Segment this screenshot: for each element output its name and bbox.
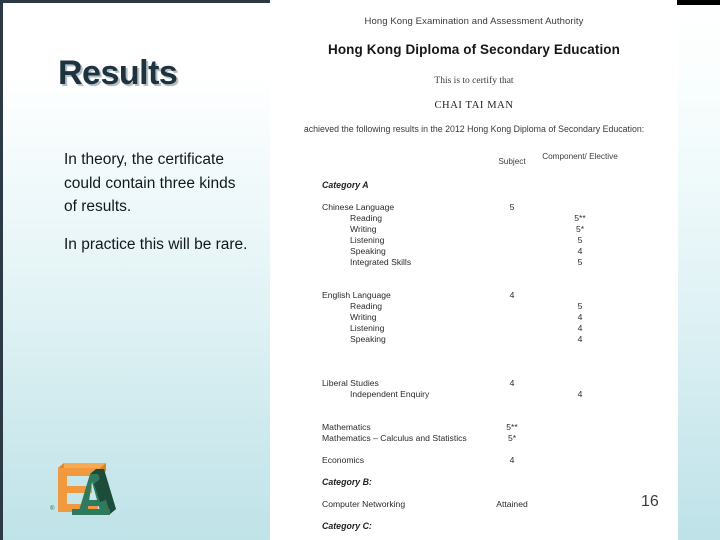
table-row-spacer [270, 356, 678, 367]
certificate-authority-line: Hong Kong Examination and Assessment Aut… [364, 16, 584, 27]
table-row: Speaking 4 [270, 246, 678, 257]
table-row-spacer [270, 345, 678, 356]
body-text-block: In theory, the certificate could contain… [64, 148, 250, 257]
result-component-grade: 5 [577, 257, 583, 267]
certificate-image: Hong Kong Examination and Assessment Aut… [270, 0, 678, 540]
result-component-grade: 5 [577, 301, 583, 311]
result-label: Category B: [322, 477, 372, 487]
result-label: English Language [322, 290, 391, 300]
certificate-candidate-name: CHAI TAI MAN [434, 100, 514, 111]
result-subject-grade: Attained [496, 499, 528, 509]
results-table: Category A Chinese Language 5 Reading 5** Wri… [270, 180, 678, 540]
table-row: Integrated Skills 5 [270, 257, 678, 268]
results-category-row: Category A [270, 180, 678, 191]
results-category-row: Category C: [270, 521, 678, 532]
result-component-grade: 5* [575, 224, 585, 234]
result-label: Chinese Language [322, 202, 395, 212]
certificate-achieved-line: achieved the following results in the 20… [303, 124, 645, 134]
result-label: Reading [350, 213, 383, 223]
table-row-spacer [270, 488, 678, 499]
result-label: Mathematics – Calculus and Statistics [322, 433, 467, 443]
result-label: Category A [322, 180, 369, 190]
right-gradient-strip [678, 0, 720, 540]
table-row: Reading 5 [270, 301, 678, 312]
table-row: Independent Enquiry 4 [270, 389, 678, 400]
table-row: Reading 5** [270, 213, 678, 224]
result-label: Computer Networking [322, 499, 406, 509]
result-label: Speaking [350, 334, 386, 344]
table-row: Mathematics – Calculus and Statistics 5* [270, 433, 678, 444]
result-label: Writing [350, 224, 377, 234]
table-row: Listening 5 [270, 235, 678, 246]
result-label: Category C: [322, 521, 372, 531]
hkeaa-logo [48, 462, 120, 524]
result-component-grade: 4 [577, 334, 583, 344]
result-subject-grade: 5** [506, 422, 518, 432]
table-row-spacer [270, 444, 678, 455]
slide-canvas: Results In theory, the certificate could… [0, 0, 720, 540]
result-label: Writing [350, 312, 377, 322]
result-subject-grade: 5 [509, 202, 515, 212]
result-subject-grade: 4 [509, 378, 515, 388]
table-row-spacer [270, 367, 678, 378]
result-label: Speaking [350, 246, 386, 256]
table-row: Economics 4 [270, 455, 678, 466]
result-subject-grade: 4 [509, 455, 515, 465]
table-row: Writing 5* [270, 224, 678, 235]
result-label: Reading [350, 301, 383, 311]
table-row-spacer [270, 510, 678, 521]
body-paragraph-2: In practice this will be rare. [64, 236, 248, 254]
certificate-certify-line: This is to certify that [434, 76, 514, 86]
body-paragraph-1: In theory, the certificate could contain… [64, 151, 236, 216]
result-component-grade: 5 [577, 235, 583, 245]
table-row-spacer [270, 411, 678, 422]
result-label: Listening [350, 235, 385, 245]
top-black-bar [677, 0, 720, 5]
result-label: Independent Enquiry [350, 389, 430, 399]
table-row-spacer [270, 279, 678, 290]
table-row-spacer [270, 191, 678, 202]
result-component-grade: 4 [577, 246, 583, 256]
result-label: Liberal Studies [322, 378, 379, 388]
panel-top-rule [3, 0, 273, 3]
result-label: Listening [350, 323, 385, 333]
result-label: Economics [322, 455, 365, 465]
table-row-spacer [270, 400, 678, 411]
result-subject-grade: 5* [507, 433, 517, 443]
table-row-spacer [270, 268, 678, 279]
result-label: Integrated Skills [350, 257, 412, 267]
table-row: Chinese Language 5 [270, 202, 678, 213]
result-label: Mathematics [322, 422, 371, 432]
registered-trademark-mark: ® [50, 506, 55, 512]
table-row: Speaking 4 [270, 334, 678, 345]
result-component-grade: 4 [577, 312, 583, 322]
results-category-row: Category B: [270, 477, 678, 488]
result-subject-grade: 4 [509, 290, 515, 300]
certificate-diploma-title: Hong Kong Diploma of Secondary Education [327, 42, 620, 57]
table-row: Listening 4 [270, 323, 678, 334]
result-component-grade: 4 [577, 323, 583, 333]
table-row: Computer Networking Attained [270, 499, 678, 510]
table-row: English Language 4 [270, 290, 678, 301]
table-row: Mathematics 5** [270, 422, 678, 433]
hkeaa-logo-icon [58, 463, 116, 515]
table-row: Liberal Studies 4 [270, 378, 678, 389]
table-row-spacer [270, 532, 678, 540]
result-component-grade: 5** [574, 213, 586, 223]
page-title: Results [58, 54, 178, 92]
slide-page-number: 16 [641, 493, 659, 510]
table-row: Writing 4 [270, 312, 678, 323]
column-header-subject: Subject [498, 157, 526, 166]
table-row-spacer [270, 466, 678, 477]
result-component-grade: 4 [577, 389, 583, 399]
column-header-component: Component/ Elective [542, 152, 618, 161]
